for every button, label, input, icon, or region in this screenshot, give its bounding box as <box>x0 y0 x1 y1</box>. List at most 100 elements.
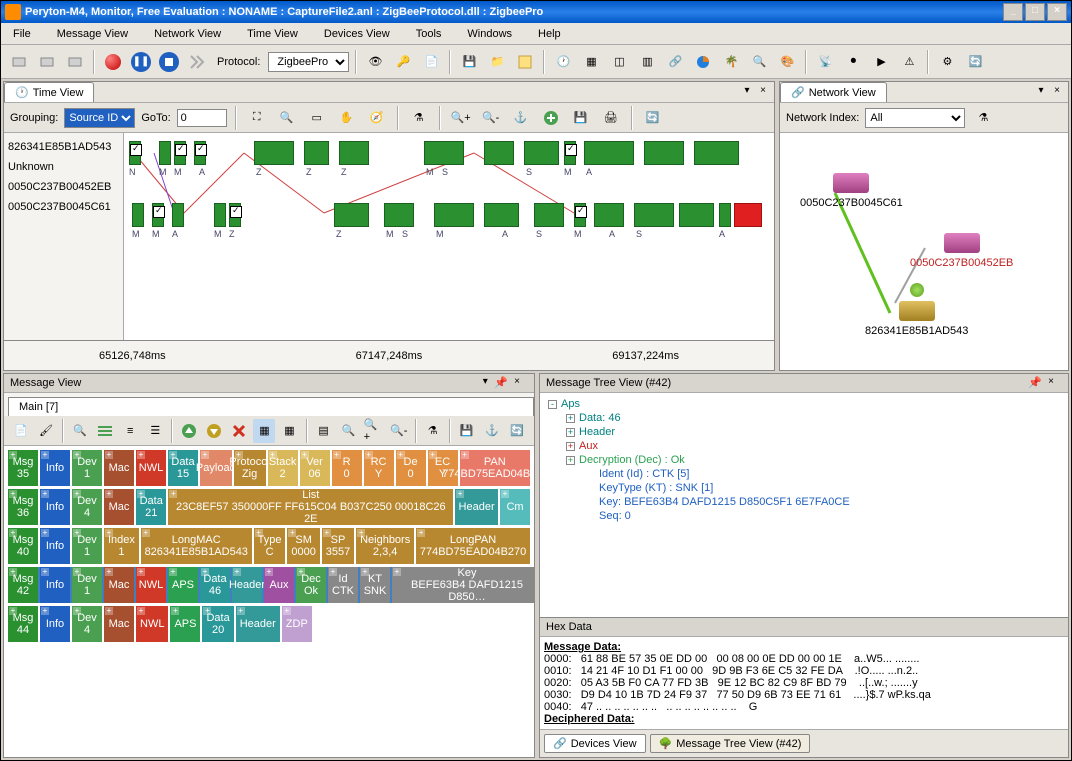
play2-icon[interactable]: ▶ <box>869 50 893 74</box>
hex-body[interactable]: Message Data: 0000: 61 88 BE 57 35 0E DD… <box>540 637 1068 729</box>
grid2-icon[interactable]: ▦ <box>278 419 300 443</box>
eye-icon[interactable]: 👁 <box>363 50 387 74</box>
msg-cell[interactable]: +TypeC <box>254 528 286 564</box>
msg-cell[interactable]: +Mac <box>104 606 134 642</box>
zoom-out2-icon[interactable]: 🔍- <box>388 419 410 443</box>
pin-icon[interactable]: ▾ <box>1034 85 1048 99</box>
msg-cell[interactable]: +APS <box>168 567 198 603</box>
msg-cell[interactable]: +Msg44 <box>8 606 38 642</box>
msg-cell[interactable]: +LongMAC826341E85B1AD543 <box>141 528 252 564</box>
list-icon[interactable]: ☰ <box>144 419 166 443</box>
filter-icon[interactable]: ⚗ <box>407 106 431 130</box>
msg-cell[interactable]: +APS <box>170 606 200 642</box>
key-icon[interactable]: 🔑 <box>391 50 415 74</box>
refresh-icon[interactable]: 🔄 <box>963 50 987 74</box>
tree-node[interactable]: KeyType (KT) : SNK [1] <box>544 481 1064 495</box>
blocks-icon[interactable]: ▥ <box>635 50 659 74</box>
msg-cell[interactable]: +Stack2 <box>268 450 298 486</box>
save2-icon[interactable]: 💾 <box>456 419 478 443</box>
msg-cell[interactable]: +IdCTK <box>328 567 358 603</box>
msg-cell[interactable]: +List23C8EF57 350000FF FF615C04 B037C250… <box>168 489 453 525</box>
tree-node[interactable]: +Header <box>544 425 1064 439</box>
time-canvas[interactable]: N M M A Z Z Z MS S M A M <box>124 133 774 340</box>
msg-cell[interactable]: +LongPAN774BD75EAD04B270 <box>416 528 530 564</box>
msg-cell[interactable]: +ProtocolZig <box>234 450 266 486</box>
new-icon[interactable]: 📄 <box>10 419 32 443</box>
pie-icon[interactable] <box>691 50 715 74</box>
anchor-icon[interactable]: ⚓ <box>509 106 533 130</box>
msg-cell[interactable]: +Mac <box>104 489 134 525</box>
filter-icon[interactable]: ⚗ <box>971 106 995 130</box>
tree-node[interactable]: Ident (Id) : CTK [5] <box>544 467 1064 481</box>
bars-icon[interactable] <box>94 419 116 443</box>
forward-button[interactable] <box>185 50 209 74</box>
antenna-icon[interactable]: 📡 <box>813 50 837 74</box>
menu-tools[interactable]: Tools <box>412 26 446 42</box>
pin-icon[interactable]: ▾ <box>478 376 492 390</box>
msg-cell[interactable]: +R0 <box>332 450 362 486</box>
message-tree-tab[interactable]: 🌳Message Tree View (#42) <box>650 734 811 753</box>
close-icon[interactable]: × <box>756 85 770 99</box>
menu-message-view[interactable]: Message View <box>53 26 132 42</box>
zoom-icon[interactable]: 🔍 <box>275 106 299 130</box>
delete-icon[interactable] <box>228 419 250 443</box>
msg-cell[interactable]: +Data15 <box>168 450 198 486</box>
select-icon[interactable]: ▭ <box>305 106 329 130</box>
device1-icon[interactable] <box>7 50 31 74</box>
pin-icon[interactable]: 📌 <box>1028 376 1042 390</box>
tree-node[interactable]: -Aps <box>544 397 1064 411</box>
msg-cell[interactable]: +Header <box>236 606 280 642</box>
menu-devices-view[interactable]: Devices View <box>320 26 394 42</box>
msg-cell[interactable]: +Msg35 <box>8 450 38 486</box>
record-button[interactable] <box>101 50 125 74</box>
menu-windows[interactable]: Windows <box>463 26 516 42</box>
network-view-tab[interactable]: 🔗Network View <box>780 82 887 102</box>
msg-cell[interactable]: +SP3557 <box>322 528 354 564</box>
grouping-select[interactable]: Source ID <box>64 108 135 128</box>
protocol-select[interactable]: ZigbeePro <box>268 52 349 72</box>
maximize-button[interactable]: □ <box>1025 3 1045 21</box>
down-icon[interactable] <box>203 419 225 443</box>
msg-cell[interactable]: +Data46 <box>200 567 230 603</box>
close-icon[interactable]: × <box>1044 376 1058 390</box>
up-icon[interactable] <box>178 419 200 443</box>
msg-cell[interactable]: +Msg40 <box>8 528 38 564</box>
pause-button[interactable]: ❚❚ <box>129 50 153 74</box>
msg-cell[interactable]: +Dev1 <box>72 528 102 564</box>
msg-cell[interactable]: +RCY <box>364 450 394 486</box>
doc-icon[interactable]: 📄 <box>419 50 443 74</box>
msg-cell[interactable]: +De0 <box>396 450 426 486</box>
folder-icon[interactable]: 📁 <box>485 50 509 74</box>
add-icon[interactable] <box>539 106 563 130</box>
bars2-icon[interactable]: ≡ <box>119 419 141 443</box>
tree-node[interactable]: Key: BEFE63B4 DAFD1215 D850C5F1 6E7FA0CE <box>544 495 1064 509</box>
device3-icon[interactable] <box>63 50 87 74</box>
msg-cell[interactable]: +PAN774BD75EAD04B2… <box>460 450 530 486</box>
table-icon[interactable]: ▤ <box>313 419 335 443</box>
main-tab[interactable]: Main [7] <box>8 397 534 416</box>
tree-icon[interactable]: ◫ <box>607 50 631 74</box>
msg-cell[interactable]: +Ver06 <box>300 450 330 486</box>
msg-cell[interactable]: +Index1 <box>104 528 139 564</box>
msg-cell[interactable]: +Dev4 <box>72 489 102 525</box>
msg-cell[interactable]: +NWL <box>136 567 166 603</box>
warn-icon[interactable]: ⚠ <box>897 50 921 74</box>
msg-cell[interactable]: +Dev1 <box>72 567 102 603</box>
msg-cell[interactable]: +Dev1 <box>72 450 102 486</box>
menu-file[interactable]: File <box>9 26 35 42</box>
tree-body[interactable]: -Aps+Data: 46+Header+Aux+Decryption (Dec… <box>540 393 1068 617</box>
menu-network-view[interactable]: Network View <box>150 26 225 42</box>
devices-view-tab[interactable]: 🔗Devices View <box>544 734 646 753</box>
msg-cell[interactable]: +Cm <box>500 489 530 525</box>
msg-cell[interactable]: +Msg36 <box>8 489 38 525</box>
msg-cell[interactable]: +KeyBEFE63B4 DAFD1215 D850… <box>392 567 534 603</box>
close-icon[interactable]: × <box>1050 85 1064 99</box>
network-canvas[interactable]: 0050C237B0045C61 0050C237B00452EB 826341… <box>780 133 1068 370</box>
clock-icon[interactable]: 🕐 <box>551 50 575 74</box>
minimize-button[interactable]: _ <box>1003 3 1023 21</box>
gear-icon[interactable]: ⚙ <box>935 50 959 74</box>
zoom-fit-icon[interactable]: ⛶ <box>245 106 269 130</box>
goto-input[interactable] <box>177 109 227 127</box>
msg-cell[interactable]: +Msg42 <box>8 567 38 603</box>
brush-icon[interactable]: 🖌 <box>35 419 57 443</box>
